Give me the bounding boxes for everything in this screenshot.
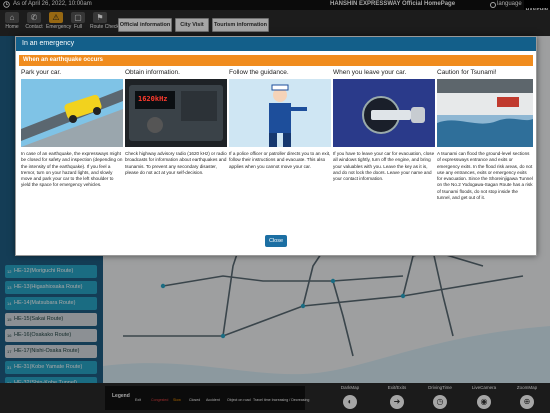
tip-tsunami-caution: Caution for Tsunami! A tsunami can flood… xyxy=(437,68,533,201)
modal-title: In an emergency xyxy=(16,37,536,51)
car-key-illustration xyxy=(333,79,435,147)
tip-heading: Caution for Tsunami! xyxy=(437,69,497,76)
tip-body: A tsunami can flood the ground-level sec… xyxy=(437,151,533,201)
tip-heading: Park your car. xyxy=(21,69,62,76)
tip-body: If a police officer or patroller directs… xyxy=(229,151,331,169)
tip-leave-car: When you leave your car. If you have to … xyxy=(333,68,435,182)
close-button[interactable]: Close xyxy=(265,235,287,247)
tip-park-car: Park your car. In case of an earthquake,… xyxy=(21,68,123,189)
tip-body: In case of an earthquake, the expressway… xyxy=(21,151,123,188)
tsunami-illustration xyxy=(437,79,533,147)
officer-illustration xyxy=(229,79,331,147)
radio-display-text: 1620kHz xyxy=(138,95,168,103)
tip-heading: Obtain information. xyxy=(125,69,180,76)
tip-heading: Follow the guidance. xyxy=(229,69,289,76)
modal-subtitle: When an earthquake occurs xyxy=(19,55,533,66)
parked-car-illustration xyxy=(21,79,123,147)
emergency-modal: In an emergency When an earthquake occur… xyxy=(15,36,537,256)
tip-body: Check highway advisory radio (1620 kHz) … xyxy=(125,151,227,175)
tip-follow-guidance: Follow the guidance. If a police officer… xyxy=(229,68,331,170)
tip-obtain-information: Obtain information. 1620kHz Check highwa… xyxy=(125,68,227,176)
tip-heading: When you leave your car. xyxy=(333,69,407,76)
tip-body: If you have to leave your car for evacua… xyxy=(333,151,435,182)
radio-illustration: 1620kHz xyxy=(125,79,227,147)
